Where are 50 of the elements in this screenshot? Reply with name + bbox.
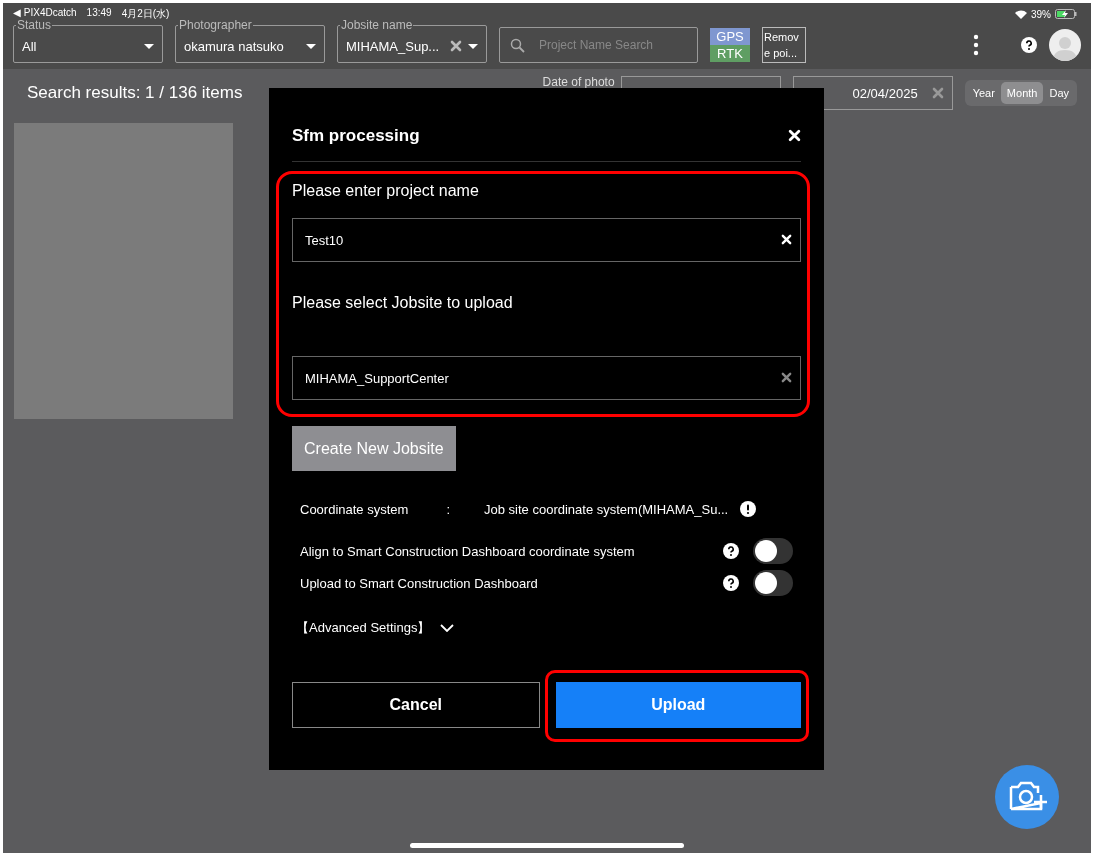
filter-value: All bbox=[22, 38, 38, 54]
search-icon bbox=[510, 37, 525, 53]
toggle-label: Align to Smart Construction Dashboard coordinate system bbox=[300, 543, 636, 559]
upload-button[interactable]: Upload bbox=[555, 682, 801, 728]
dropdown-caret-icon bbox=[306, 43, 316, 49]
chevron-icon bbox=[440, 624, 455, 632]
cancel-button[interactable]: Cancel bbox=[292, 682, 540, 728]
advanced-settings-toggle[interactable]: 【Advanced Settings】 bbox=[292, 619, 459, 637]
filter-label: Photographer bbox=[178, 18, 253, 32]
field-label: Please select Jobsite to upload bbox=[292, 294, 514, 312]
clock: 13:49 bbox=[86, 7, 112, 20]
date-label: Date of photo bbox=[542, 75, 615, 89]
filter-dropdown[interactable]: Jobsite name MIHAMA_Sup... bbox=[337, 18, 487, 63]
toggle-switch[interactable] bbox=[753, 570, 793, 596]
help-icon[interactable] bbox=[723, 575, 739, 591]
coordinate-label: Coordinate system bbox=[300, 501, 409, 517]
separator: : bbox=[446, 501, 450, 517]
project-name-field[interactable]: Test10 bbox=[292, 218, 801, 262]
battery-icon bbox=[1055, 9, 1077, 19]
date: 4月2日(水) bbox=[121, 7, 170, 21]
close-button[interactable] bbox=[788, 129, 801, 142]
period-tab[interactable]: Year bbox=[966, 82, 1001, 104]
avatar[interactable] bbox=[1049, 29, 1081, 61]
person-icon bbox=[1053, 35, 1077, 61]
battery-percent: 39% bbox=[1031, 8, 1051, 20]
wifi-icon bbox=[1015, 9, 1027, 19]
results-count: Search results: 1 / 136 items bbox=[27, 83, 243, 103]
coordinate-value: Job site coordinate system(MIHAMA_Su... bbox=[484, 501, 729, 517]
toggle-switch[interactable] bbox=[753, 538, 793, 564]
back-app-link[interactable]: ◀ PIX4Dcatch bbox=[13, 7, 77, 21]
filter-dropdown[interactable]: Status All bbox=[13, 18, 163, 63]
warning-icon[interactable] bbox=[740, 501, 757, 517]
dialog-title: Sfm processing bbox=[292, 125, 420, 146]
jobsite-field[interactable]: MIHAMA_SupportCenter bbox=[292, 356, 801, 400]
clear-icon[interactable] bbox=[781, 372, 792, 383]
filter-value: MIHAMA_Sup... bbox=[346, 38, 441, 54]
filter-value: okamura natsuko bbox=[184, 38, 285, 54]
help-icon[interactable] bbox=[1021, 37, 1037, 53]
dropdown-caret-icon bbox=[144, 43, 154, 49]
filter-label: Status bbox=[16, 18, 53, 32]
period-tab[interactable]: Day bbox=[1043, 82, 1075, 104]
help-icon[interactable] bbox=[723, 543, 739, 559]
filter-label: Jobsite name bbox=[340, 18, 414, 32]
filter-dropdown[interactable]: Photographer okamura natsuko bbox=[175, 18, 325, 63]
photo-thumbnail[interactable] bbox=[14, 123, 233, 419]
toggle-label: Upload to Smart Construction Dashboard bbox=[300, 575, 539, 591]
remove-button[interactable]: Remov e poi... bbox=[762, 27, 806, 63]
dropdown-caret-icon bbox=[468, 43, 478, 49]
field-label: Please enter project name bbox=[292, 182, 480, 200]
more-icon[interactable] bbox=[973, 34, 979, 56]
